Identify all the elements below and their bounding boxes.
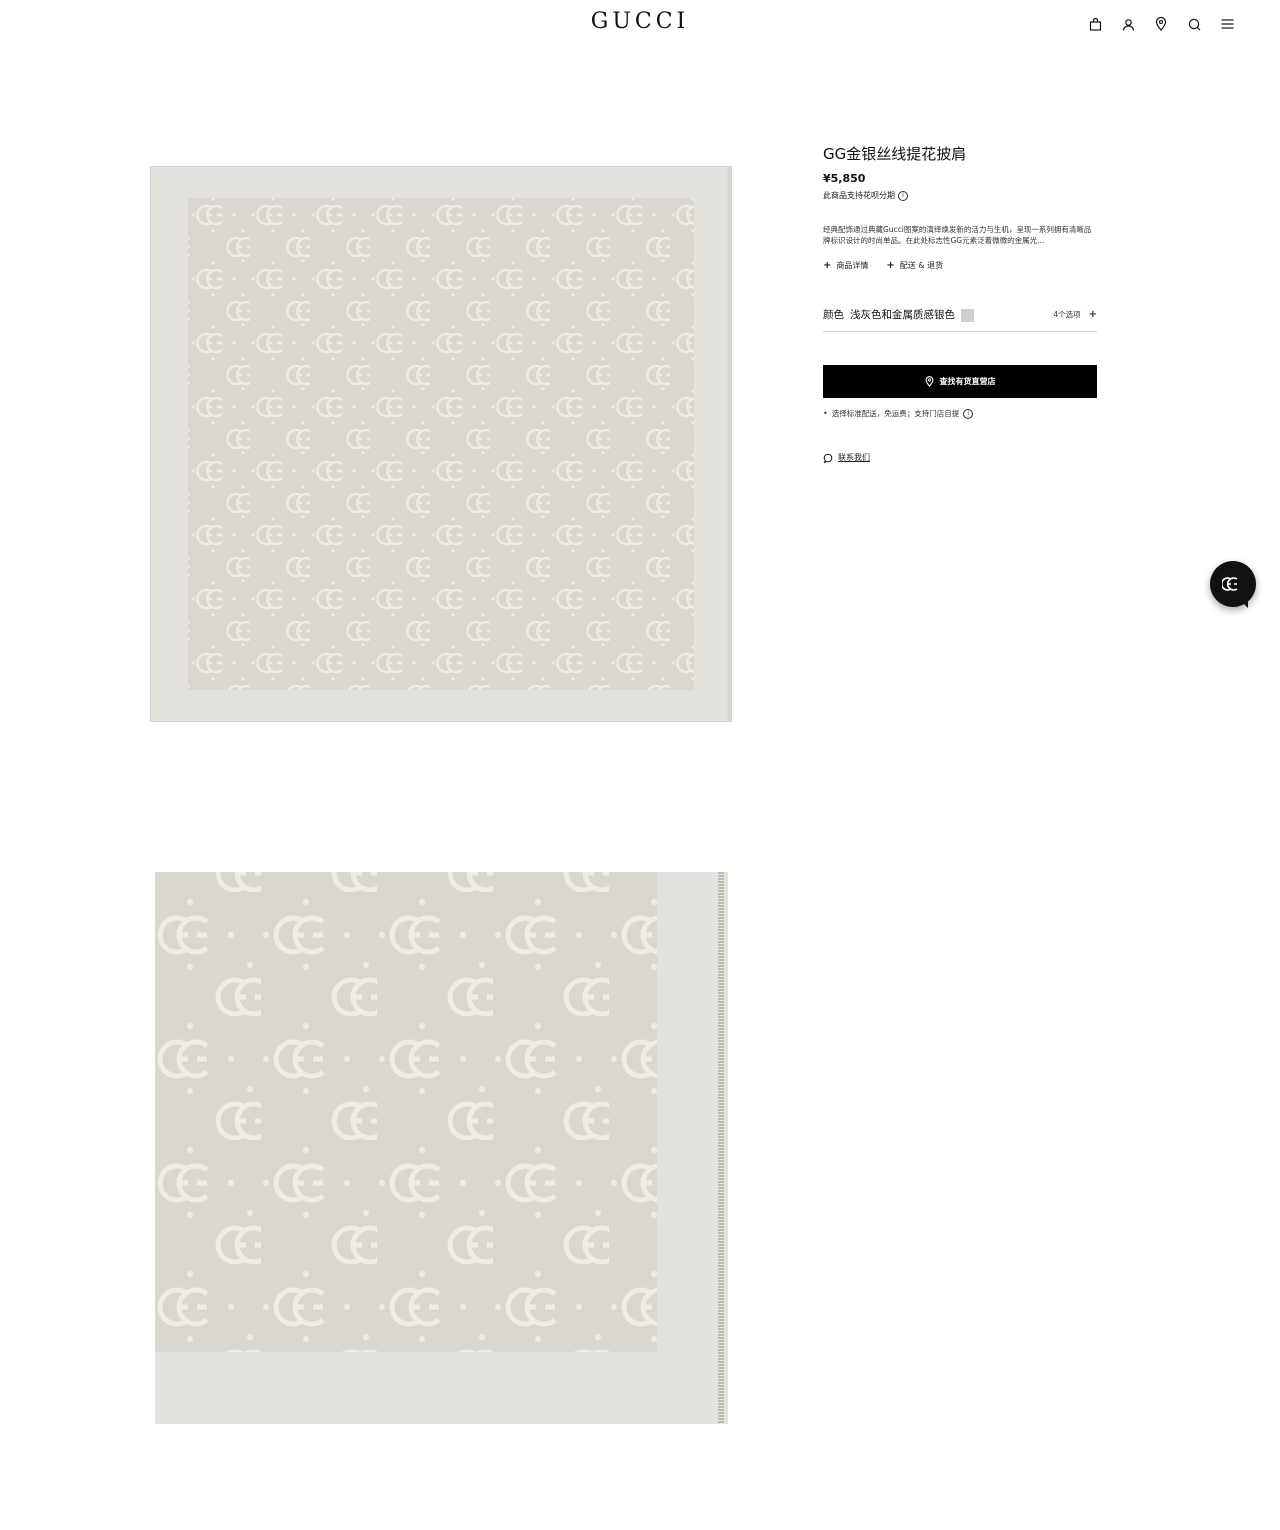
installment-text: 此商品支持花呗分期 — [823, 191, 895, 200]
bag-icon[interactable] — [1086, 14, 1104, 34]
location-icon — [925, 376, 933, 387]
info-icon[interactable]: i — [898, 191, 908, 201]
menu-icon[interactable] — [1218, 14, 1236, 34]
plus-icon: + — [1088, 309, 1097, 320]
product-image-detail[interactable] — [155, 872, 728, 1424]
color-current: 颜色 浅灰色和金属质感银色 — [823, 307, 974, 323]
link-product-details[interactable]: + 商品详情 — [823, 260, 868, 271]
link-shipping-returns[interactable]: + 配送 & 退货 — [886, 260, 943, 271]
plus-icon: + — [886, 259, 895, 271]
color-swatch — [961, 308, 974, 322]
user-icon[interactable] — [1119, 14, 1137, 34]
product-price: ¥5,850 — [823, 172, 866, 185]
shipping-note-text: 选择标准配送，免运费；支持门店自提 — [831, 409, 960, 418]
contact-us-label: 联系我们 — [838, 453, 870, 462]
shipping-note: • 选择标准配送，免运费；支持门店自提 i — [823, 408, 1097, 419]
color-selector[interactable]: 颜色 浅灰色和金属质感银色 4个选项 + — [823, 307, 1097, 332]
find-store-button[interactable]: 查找有货直营店 — [823, 365, 1097, 398]
color-label: 颜色 — [823, 309, 844, 321]
color-value: 浅灰色和金属质感银色 — [850, 309, 955, 321]
find-store-label: 查找有货直营店 — [939, 377, 996, 386]
product-info-panel: GG金银丝线提花披肩 ¥5,850 此商品支持花呗分期 i 经典配饰通过典藏Gu… — [823, 142, 1097, 463]
color-options[interactable]: 4个选项 + — [1053, 307, 1097, 323]
gg-logo-icon — [1222, 577, 1238, 591]
chat-bubble-icon — [823, 453, 833, 463]
top-header: GUCCI — [0, 0, 1280, 50]
page: GUCCI GG金银丝线提花披肩 ¥5,850 此商品支持花呗分期 i 经典配饰… — [0, 0, 1280, 1530]
header-icons — [1086, 14, 1236, 34]
plus-icon: + — [823, 259, 832, 271]
bullet: • — [823, 409, 828, 418]
link-shipping-returns-label: 配送 & 退货 — [899, 261, 944, 270]
location-icon[interactable] — [1152, 14, 1170, 34]
search-icon[interactable] — [1185, 14, 1203, 34]
product-description: 经典配饰通过典藏Gucci图案的演绎焕发新的活力与生机，呈现一系列拥有清晰品牌标… — [823, 225, 1092, 245]
contact-us-link[interactable]: 联系我们 — [823, 452, 1097, 463]
chat-button[interactable] — [1210, 561, 1256, 607]
detail-links: + 商品详情 + 配送 & 退货 — [823, 260, 1097, 271]
color-options-count: 4个选项 — [1053, 310, 1081, 319]
product-title: GG金银丝线提花披肩 — [823, 145, 967, 163]
link-product-details-label: 商品详情 — [836, 261, 869, 270]
product-image-main[interactable] — [150, 166, 732, 722]
installment-note: 此商品支持花呗分期 i — [823, 190, 1097, 202]
info-icon[interactable]: i — [963, 408, 974, 419]
